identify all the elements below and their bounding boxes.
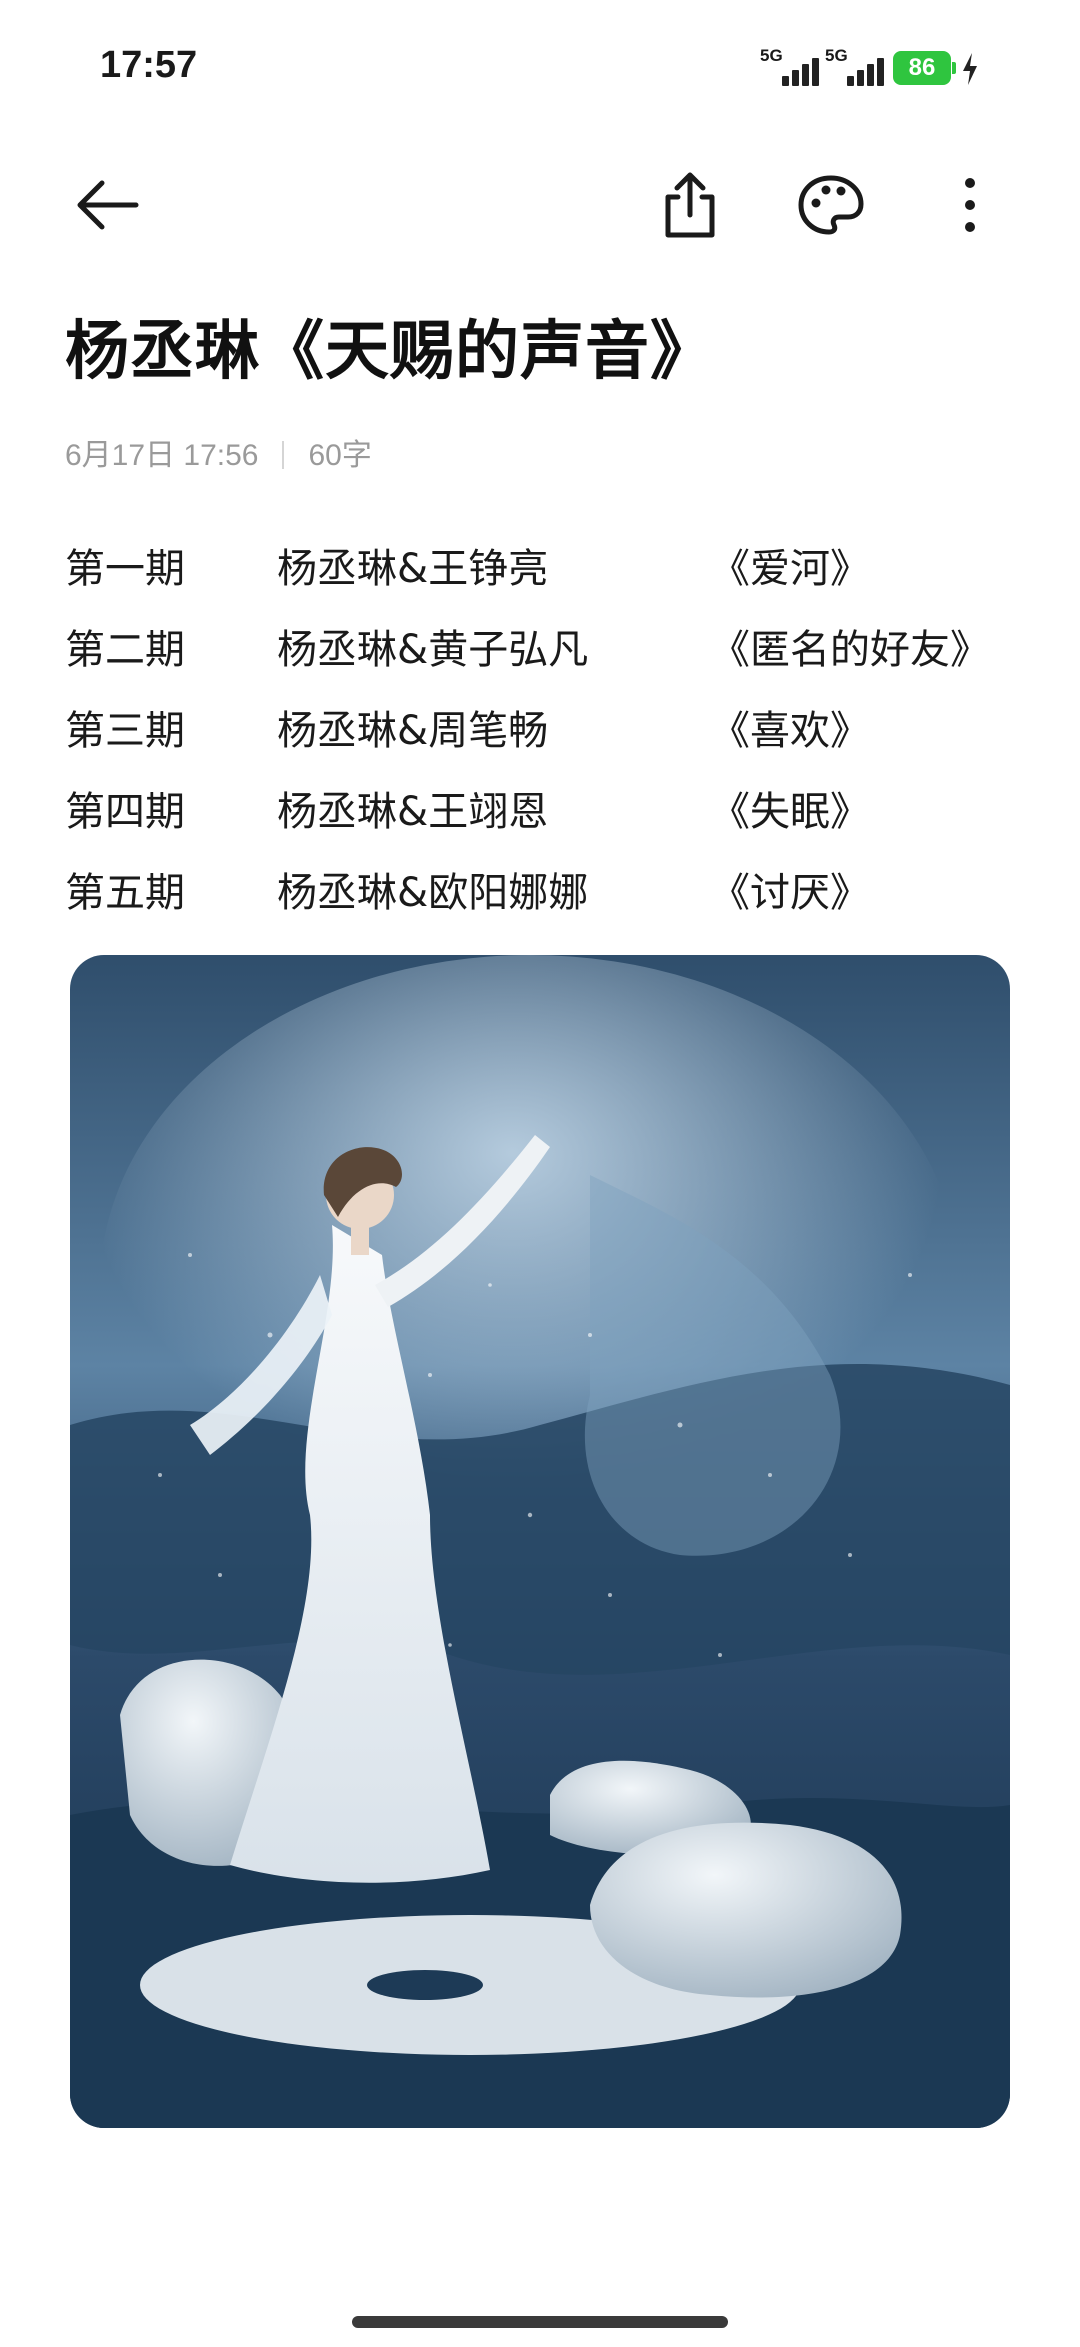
episode-song: 《讨厌》 xyxy=(710,870,870,916)
episode-artists: 杨丞琳&欧阳娜娜 xyxy=(277,870,589,916)
note-title: 杨丞琳《天赐的声音》 xyxy=(65,315,715,389)
share-icon xyxy=(665,172,715,238)
share-button[interactable] xyxy=(645,160,735,250)
theme-button[interactable] xyxy=(786,160,876,250)
home-indicator[interactable] xyxy=(352,2316,728,2328)
list-item: 第五期 杨丞琳&欧阳娜娜 《讨厌》 xyxy=(65,860,1055,941)
episode-artists: 杨丞琳&王翊恩 xyxy=(277,789,549,835)
episode-artists: 杨丞琳&黄子弘凡 xyxy=(277,627,589,673)
episode-song: 《喜欢》 xyxy=(710,708,870,754)
episode-number: 第一期 xyxy=(65,546,185,592)
episode-number: 第四期 xyxy=(65,789,185,835)
note-image[interactable] xyxy=(70,955,1010,2128)
list-item: 第二期 杨丞琳&黄子弘凡 《匿名的好友》 xyxy=(65,617,1055,698)
status-time: 17:57 xyxy=(100,44,198,86)
episode-number: 第五期 xyxy=(65,870,185,916)
episode-number: 第二期 xyxy=(65,627,185,673)
meta-divider xyxy=(282,441,285,470)
back-button[interactable] xyxy=(62,160,152,250)
episode-artists: 杨丞琳&周笔畅 xyxy=(277,708,549,754)
list-item: 第一期 杨丞琳&王铮亮 《爱河》 xyxy=(65,536,1055,617)
palette-icon xyxy=(798,175,864,235)
list-item: 第四期 杨丞琳&王翊恩 《失眠》 xyxy=(65,779,1055,860)
note-date: 6月17日 17:56 xyxy=(65,439,259,472)
episode-song: 《失眠》 xyxy=(710,789,870,835)
charging-bolt-icon xyxy=(963,53,977,85)
episode-artists: 杨丞琳&王铮亮 xyxy=(277,546,549,592)
episode-song: 《爱河》 xyxy=(710,546,870,592)
list-item: 第三期 杨丞琳&周笔畅 《喜欢》 xyxy=(65,698,1055,779)
word-count: 60字 xyxy=(308,439,372,472)
episode-list: 第一期 杨丞琳&王铮亮 《爱河》 第二期 杨丞琳&黄子弘凡 《匿名的好友》 第三… xyxy=(65,536,1055,941)
top-toolbar xyxy=(0,150,1080,260)
signal-icon: 5G xyxy=(760,46,820,86)
photo-illustration xyxy=(70,955,1010,2128)
battery-icon: 86 xyxy=(893,51,956,85)
arrow-left-icon xyxy=(77,180,139,230)
more-vertical-icon xyxy=(965,178,975,232)
more-button[interactable] xyxy=(925,160,1015,250)
status-bar: 17:57 5G 5G 86 xyxy=(0,0,1080,140)
episode-song: 《匿名的好友》 xyxy=(710,627,990,673)
episode-number: 第三期 xyxy=(65,708,185,754)
signal-icon: 5G xyxy=(825,46,885,86)
note-meta: 6月17日 17:56 60字 xyxy=(65,430,372,474)
